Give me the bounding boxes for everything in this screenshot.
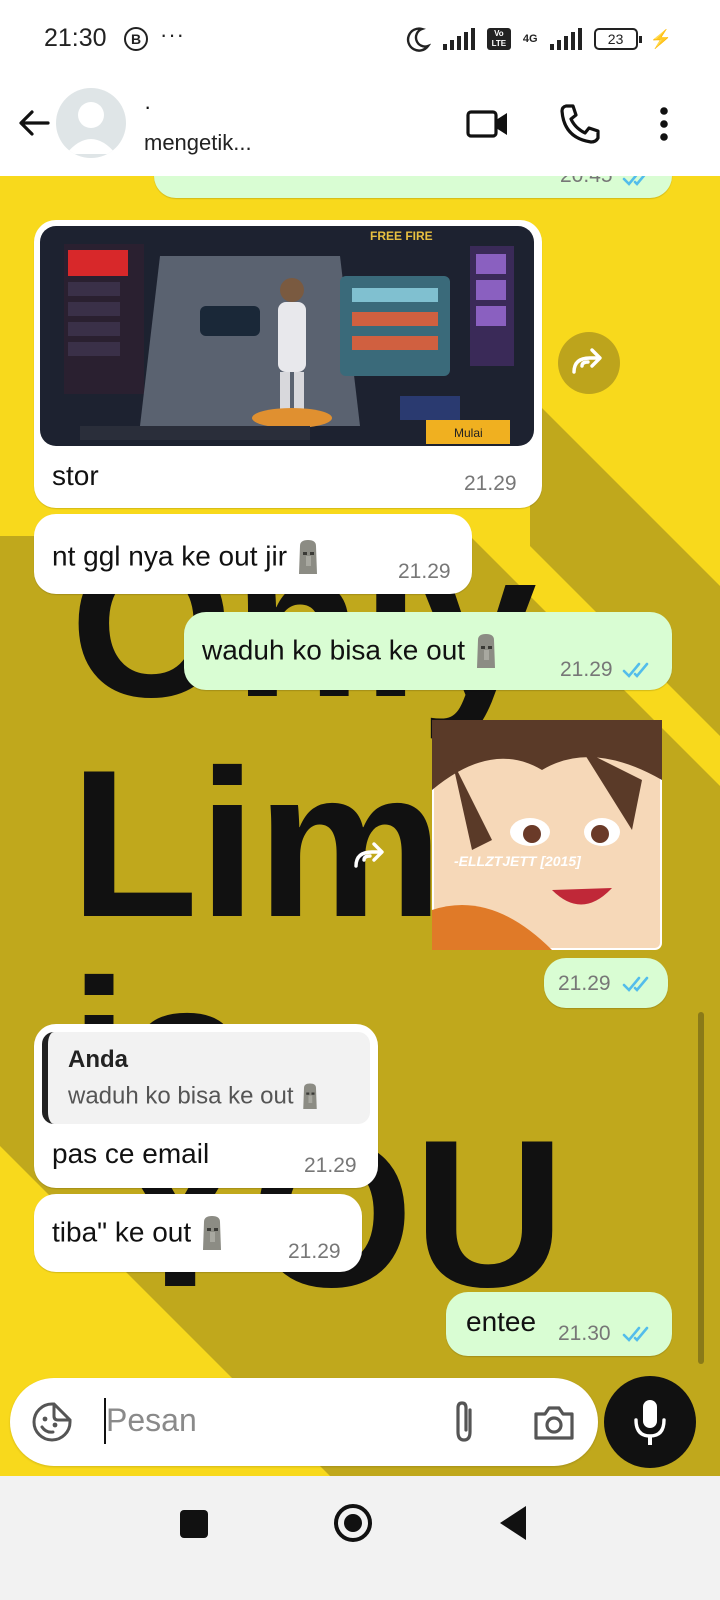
- more-notifications-icon: ···: [160, 22, 185, 47]
- moai-emoji-icon: [202, 1216, 221, 1250]
- video-call-icon[interactable]: [464, 100, 512, 148]
- avatar[interactable]: [56, 88, 126, 158]
- battery-icon: 23: [593, 28, 642, 50]
- message-text: tiba" ke out: [52, 1214, 225, 1254]
- signal-bars-2-icon: [549, 28, 582, 50]
- read-ticks-icon: [622, 1326, 649, 1342]
- read-ticks-icon: [622, 176, 646, 186]
- moai-emoji-icon: [303, 1083, 317, 1109]
- message-bubble-incoming-reply[interactable]: Anda waduh ko bisa ke out pas ce email 2…: [34, 1024, 378, 1188]
- message-text: nt ggl nya ke out jir: [52, 538, 321, 578]
- message-time: 21.29: [558, 972, 611, 995]
- forward-icon: [572, 348, 602, 374]
- moon-icon: [406, 27, 431, 52]
- message-time: 21.30: [558, 1322, 611, 1345]
- message-bubble-incoming[interactable]: nt ggl nya ke out jir 21.29: [34, 514, 472, 594]
- read-ticks-icon: [622, 662, 649, 678]
- message-bubble-incoming[interactable]: tiba" ke out 21.29: [34, 1194, 362, 1272]
- quoted-message[interactable]: Anda waduh ko bisa ke out: [42, 1032, 370, 1124]
- message-time: 20.45: [560, 176, 613, 188]
- system-navigation-bar: [0, 1476, 720, 1600]
- message-text: stor: [52, 460, 99, 491]
- quote-author: Anda: [68, 1046, 128, 1073]
- chat-area[interactable]: Only Limit is YOU 20.45: [0, 176, 720, 1476]
- contact-name[interactable]: ·: [144, 94, 151, 120]
- voice-call-icon[interactable]: [556, 100, 604, 148]
- quote-text: waduh ko bisa ke out: [68, 1082, 320, 1112]
- message-bubble-outgoing-partial[interactable]: 20.45: [154, 176, 672, 198]
- charging-icon: ⚡: [649, 28, 672, 49]
- back-triangle-icon[interactable]: [496, 1504, 530, 1542]
- volte-icon: Vo LTE: [486, 28, 511, 50]
- camera-icon[interactable]: [532, 1400, 576, 1444]
- game-logo: FREE FIRE: [370, 229, 433, 243]
- game-start-button: Mulai: [454, 426, 483, 440]
- status-bar: 21:30 B ··· Vo LTE 4G 23 ⚡: [0, 0, 720, 78]
- message-text: entee: [466, 1306, 537, 1337]
- game-screenshot-image[interactable]: FREE FIRE Mulai: [40, 226, 534, 446]
- forward-icon: [354, 842, 384, 868]
- scrollbar[interactable]: [698, 1012, 704, 1364]
- home-circle-icon[interactable]: [332, 1502, 374, 1544]
- network-type-icon: 4G: [522, 32, 538, 45]
- message-time: 21.29: [560, 658, 613, 681]
- chat-header: · mengetik...: [0, 78, 720, 176]
- message-bubble-incoming[interactable]: FREE FIRE Mulai stor 21.29: [34, 220, 542, 508]
- attach-icon[interactable]: [442, 1398, 486, 1446]
- forward-button[interactable]: [558, 332, 620, 394]
- recents-square-icon[interactable]: [180, 1510, 208, 1538]
- notification-b-icon: B: [124, 27, 148, 51]
- more-options-icon[interactable]: [640, 100, 688, 148]
- moai-emoji-icon: [298, 540, 317, 574]
- message-time: 21.29: [464, 472, 517, 495]
- message-bubble-outgoing-time[interactable]: 21.29: [544, 958, 668, 1008]
- message-composer[interactable]: Pesan: [10, 1378, 598, 1466]
- message-input[interactable]: Pesan: [106, 1402, 197, 1439]
- message-bubble-outgoing[interactable]: waduh ko bisa ke out 21.29: [184, 612, 672, 690]
- message-text: pas ce email: [52, 1138, 210, 1169]
- microphone-icon: [634, 1400, 666, 1445]
- back-arrow-icon[interactable]: [14, 103, 54, 143]
- sticker-watermark: -ELLZTJETT [2015]: [454, 853, 582, 869]
- voice-record-button[interactable]: [604, 1376, 696, 1468]
- read-ticks-icon: [622, 976, 649, 992]
- message-time: 21.29: [288, 1240, 341, 1263]
- anime-sticker-image[interactable]: -ELLZTJETT [2015]: [432, 720, 662, 950]
- forward-button[interactable]: [340, 826, 402, 888]
- message-text: waduh ko bisa ke out: [202, 632, 499, 672]
- message-bubble-outgoing[interactable]: entee 21.30: [446, 1292, 672, 1356]
- default-avatar-icon: [66, 102, 116, 154]
- sticker-emoji-icon[interactable]: [30, 1400, 74, 1444]
- signal-bars-icon: [442, 28, 475, 50]
- message-time: 21.29: [304, 1154, 357, 1177]
- moai-emoji-icon: [476, 634, 495, 668]
- contact-status: mengetik...: [144, 130, 252, 155]
- message-time: 21.29: [398, 560, 451, 583]
- status-time: 21:30: [44, 24, 107, 52]
